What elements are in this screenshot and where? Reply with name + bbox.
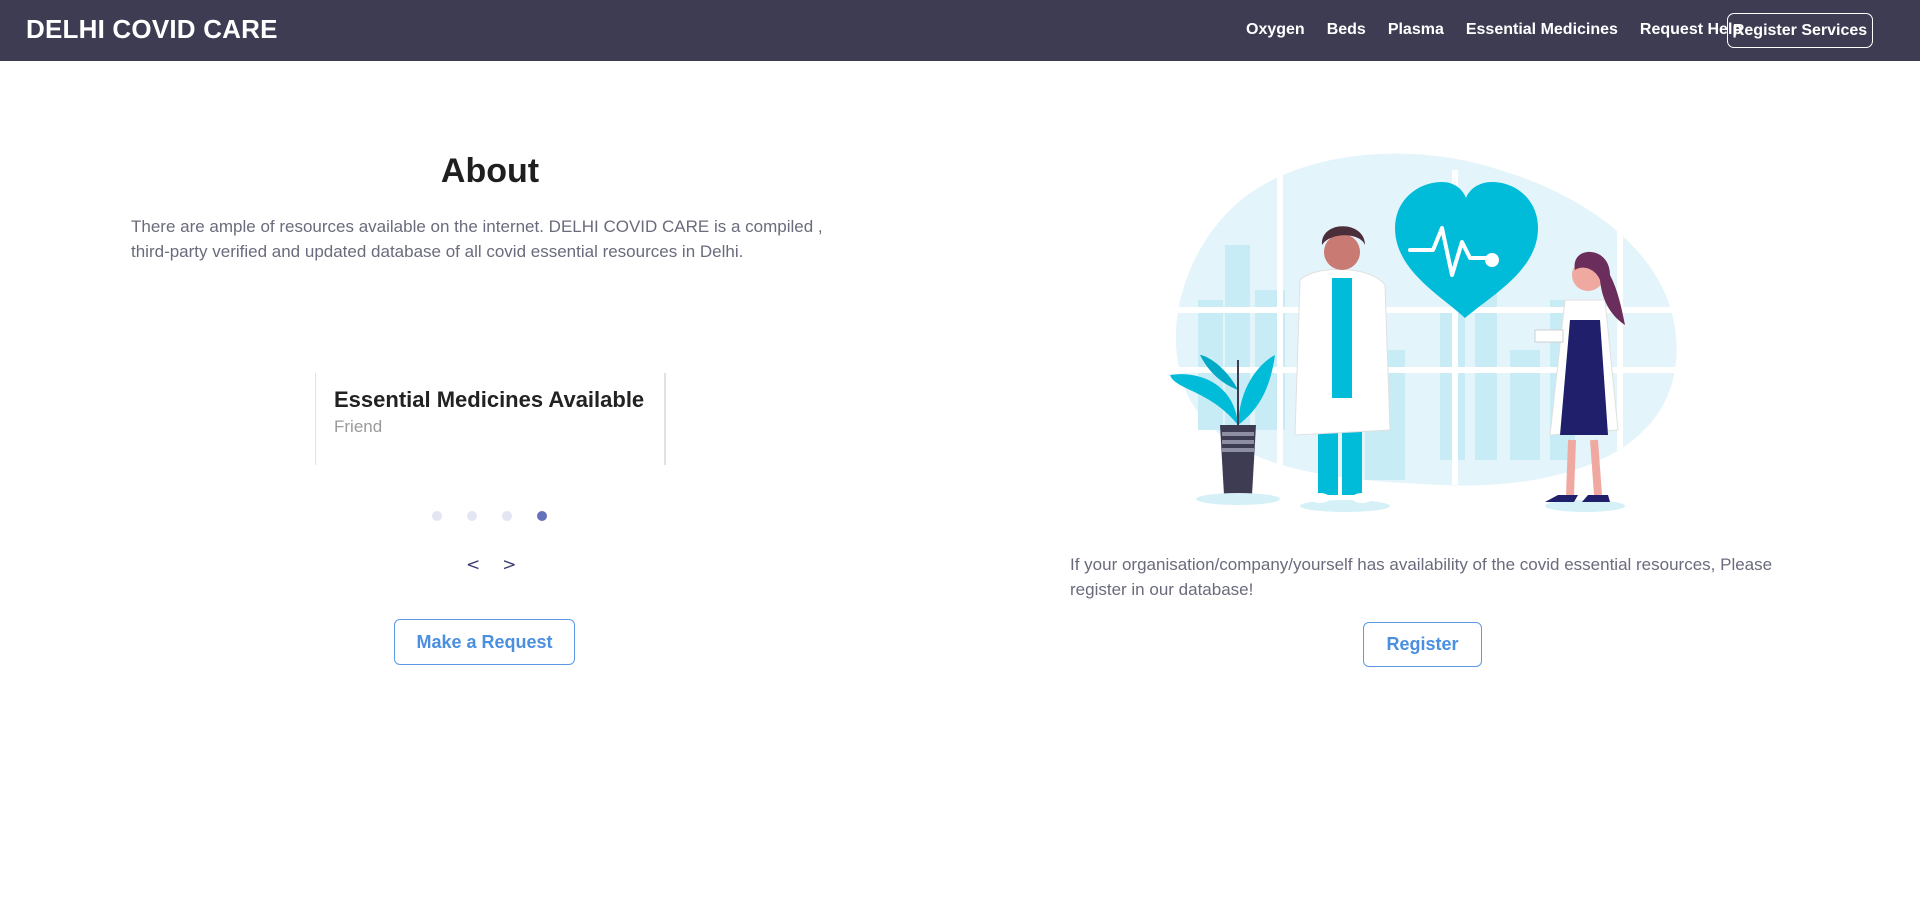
make-request-button[interactable]: Make a Request	[394, 619, 575, 665]
about-title: About	[440, 152, 540, 190]
carousel-card-subtitle: Friend	[334, 417, 383, 436]
carousel-dot-3[interactable]	[502, 511, 512, 521]
nav-link-oxygen[interactable]: Oxygen	[1246, 21, 1305, 39]
carousel-next-button[interactable]: >	[502, 555, 516, 575]
carousel-controls: < >	[466, 555, 517, 575]
doctors-heart-illustration	[1170, 150, 1690, 512]
nav-link-essential-medicines[interactable]: Essential Medicines	[1466, 21, 1618, 39]
carousel-dot-4[interactable]	[537, 511, 547, 521]
navbar: DELHI COVID CARE Oxygen Beds Plasma Esse…	[0, 0, 1920, 61]
carousel-card-title: Essential Medicines Available	[334, 387, 645, 412]
carousel-indicators	[432, 511, 547, 521]
about-description: There are ample of resources available o…	[131, 217, 823, 261]
carousel-dot-1[interactable]	[432, 511, 442, 521]
carousel-dot-2[interactable]	[467, 511, 477, 521]
nav-link-beds[interactable]: Beds	[1327, 21, 1366, 39]
nav-link-plasma[interactable]: Plasma	[1388, 21, 1444, 39]
register-button[interactable]: Register	[1363, 622, 1482, 667]
brand-logo[interactable]: DELHI COVID CARE	[26, 14, 278, 45]
register-services-button[interactable]: Register Services	[1727, 13, 1873, 48]
register-description: If your organisation/company/yourself ha…	[1070, 555, 1773, 599]
nav-links: Oxygen Beds Plasma Essential Medicines R…	[1246, 21, 1742, 39]
carousel-card: Essential Medicines Available Friend	[315, 373, 666, 465]
carousel-prev-button[interactable]: <	[466, 555, 480, 575]
